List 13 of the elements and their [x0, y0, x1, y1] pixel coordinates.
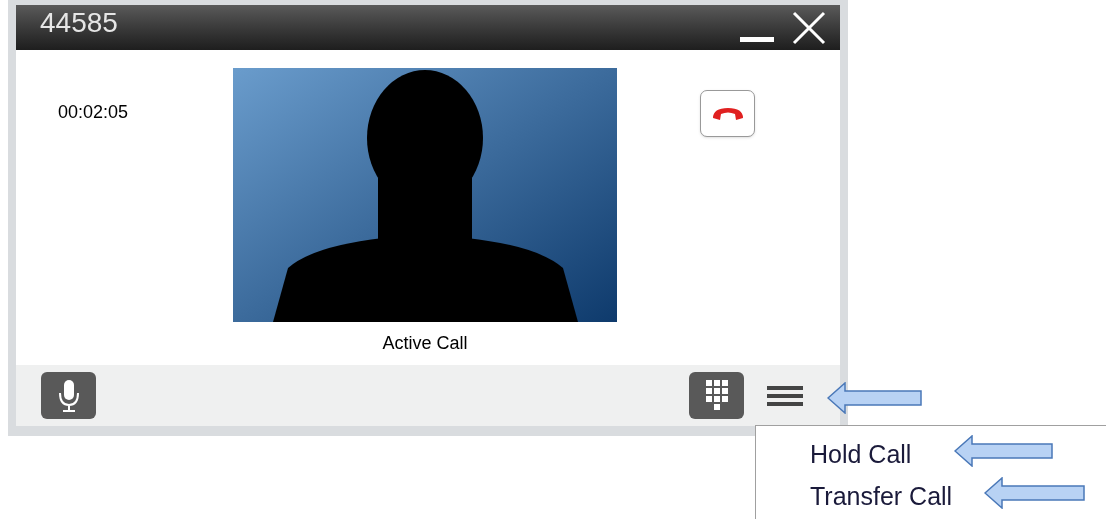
close-icon[interactable]: [792, 10, 826, 45]
menu-icon: [767, 384, 803, 407]
hang-up-button[interactable]: [700, 90, 755, 137]
microphone-button[interactable]: [41, 372, 96, 419]
phone-icon: [710, 105, 745, 122]
call-timer: 00:02:05: [58, 102, 129, 122]
keypad-button[interactable]: [689, 372, 744, 419]
call-status: Active Call: [382, 332, 468, 355]
menu-item[interactable]: Transfer Call: [810, 479, 953, 513]
microphone-icon: [57, 378, 80, 413]
keypad-icon: [704, 378, 729, 413]
window-title: 44585: [40, 8, 118, 37]
menu-item[interactable]: Hold Call: [810, 437, 912, 471]
